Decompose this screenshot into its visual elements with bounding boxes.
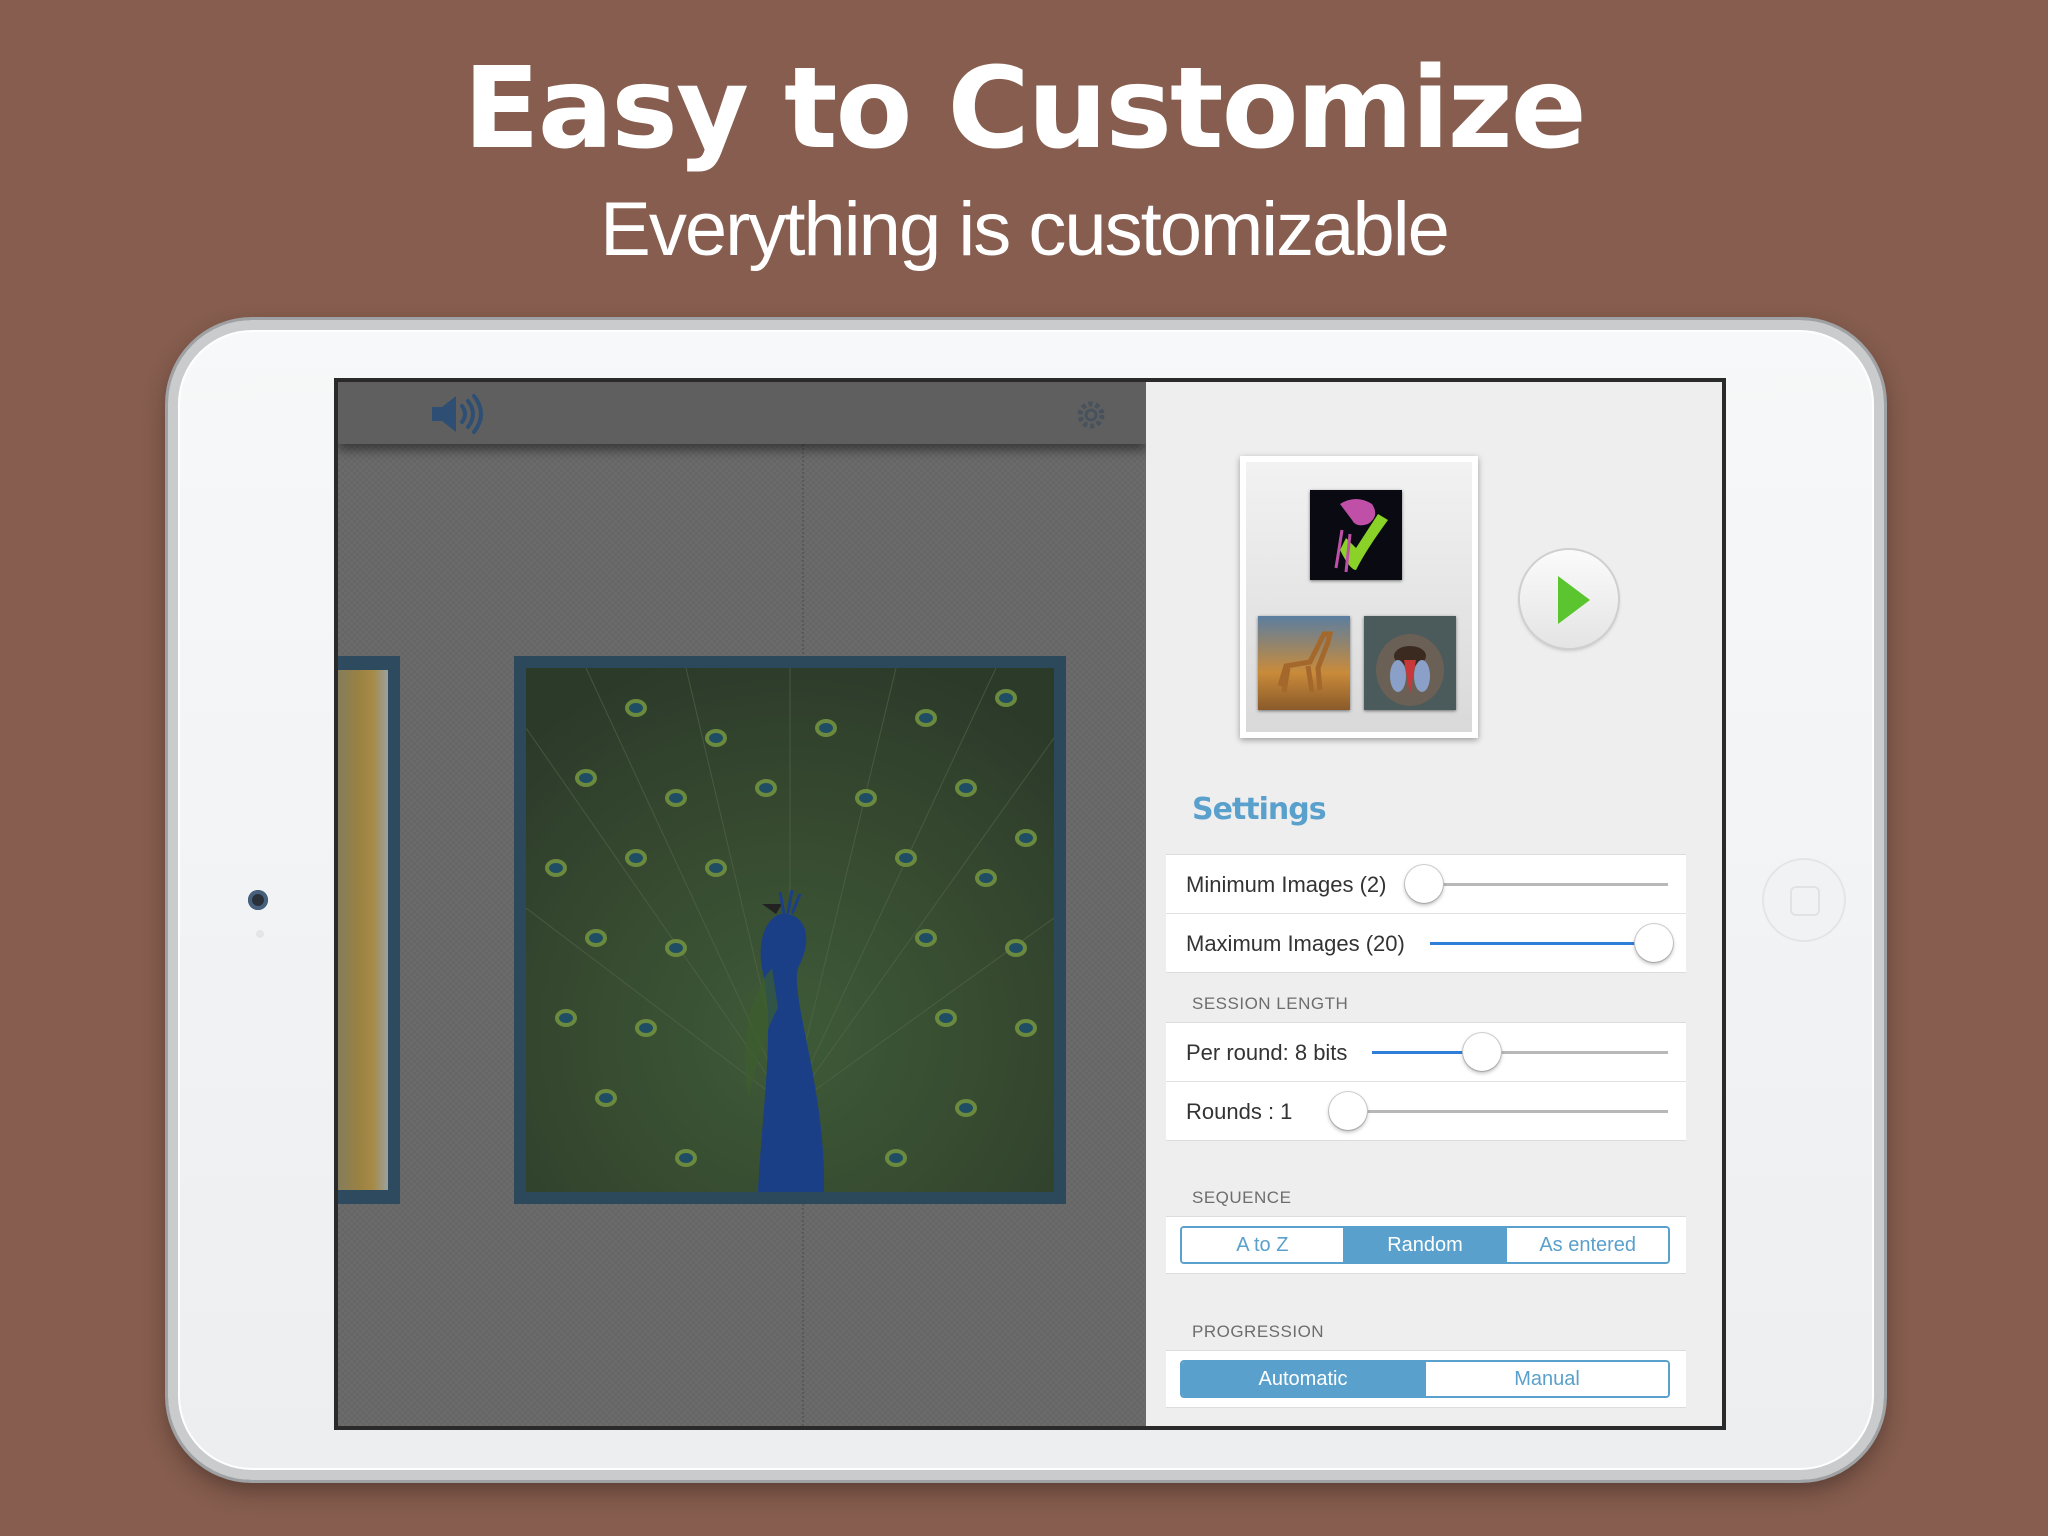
max-images-slider[interactable] [1430, 924, 1673, 962]
sequence-header: SEQUENCE [1192, 1188, 1292, 1207]
per-round-slider-thumb[interactable] [1462, 1033, 1501, 1071]
session-length-group: Per round: 8 bits Rounds : 1 [1166, 1022, 1686, 1141]
current-flashcard[interactable] [514, 656, 1066, 1204]
sequence-option-a-to-z[interactable]: A to Z [1182, 1228, 1345, 1262]
per-round-label: Per round: 8 bits [1186, 1040, 1348, 1065]
rounds-label: Rounds : 1 [1186, 1099, 1293, 1124]
min-images-slider-thumb[interactable] [1405, 865, 1444, 903]
front-camera [248, 890, 268, 910]
min-images-row: Minimum Images (2) [1166, 855, 1686, 914]
giraffe-thumbnail [1258, 616, 1350, 710]
sequence-group: A to Z Random As entered [1166, 1216, 1686, 1274]
sequence-option-random[interactable]: Random [1344, 1228, 1508, 1262]
promo-subheadline: Everything is customizable [600, 187, 1450, 272]
promo-headline: Easy to Customize [463, 44, 1587, 174]
previous-flashcard-image [338, 670, 388, 1190]
progression-option-automatic[interactable]: Automatic [1182, 1362, 1426, 1396]
min-images-slider[interactable] [1405, 865, 1668, 903]
rounds-row: Rounds : 1 [1166, 1082, 1686, 1140]
max-images-row: Maximum Images (20) [1166, 914, 1686, 972]
session-length-header: SESSION LENGTH [1192, 994, 1349, 1013]
per-round-slider[interactable] [1372, 1033, 1668, 1071]
settings-title: Settings [1192, 792, 1327, 827]
max-images-slider-fill [1430, 942, 1654, 945]
deck-preview-card[interactable] [1240, 456, 1478, 738]
flashcard-pane [338, 382, 1146, 1426]
light-sensor [256, 930, 264, 938]
progression-segmented-control: Automatic Manual [1180, 1360, 1670, 1398]
progression-header: PROGRESSION [1192, 1322, 1325, 1341]
max-images-slider-thumb[interactable] [1634, 924, 1673, 962]
image-count-group: Minimum Images (2) Maximum Images (20) [1166, 854, 1686, 973]
sequence-option-as-entered[interactable]: As entered [1507, 1228, 1668, 1262]
min-images-label: Minimum Images (2) [1186, 872, 1387, 897]
peacock-image [526, 668, 1054, 1192]
mandrill-thumbnail [1364, 616, 1456, 710]
previous-flashcard[interactable] [338, 656, 400, 1204]
gear-icon[interactable] [1074, 398, 1108, 432]
settings-pane: Settings Minimum Images (2) Maximum Imag… [1146, 382, 1722, 1426]
sequence-segmented-control: A to Z Random As entered [1180, 1226, 1670, 1264]
max-images-label: Maximum Images (20) [1186, 931, 1405, 956]
app-screen: Settings Minimum Images (2) Maximum Imag… [334, 378, 1726, 1430]
progression-group: Automatic Manual [1166, 1350, 1686, 1408]
top-toolbar [338, 382, 1146, 444]
app-logo-thumbnail [1310, 490, 1402, 580]
play-button[interactable] [1520, 550, 1618, 648]
rounds-slider[interactable] [1329, 1092, 1668, 1130]
progression-option-manual[interactable]: Manual [1426, 1362, 1668, 1396]
per-round-row: Per round: 8 bits [1166, 1023, 1686, 1082]
speaker-icon[interactable] [428, 392, 488, 436]
rounds-slider-thumb[interactable] [1329, 1092, 1367, 1130]
play-icon [1558, 576, 1590, 624]
home-button[interactable] [1762, 858, 1846, 942]
home-button-icon [1790, 886, 1820, 916]
